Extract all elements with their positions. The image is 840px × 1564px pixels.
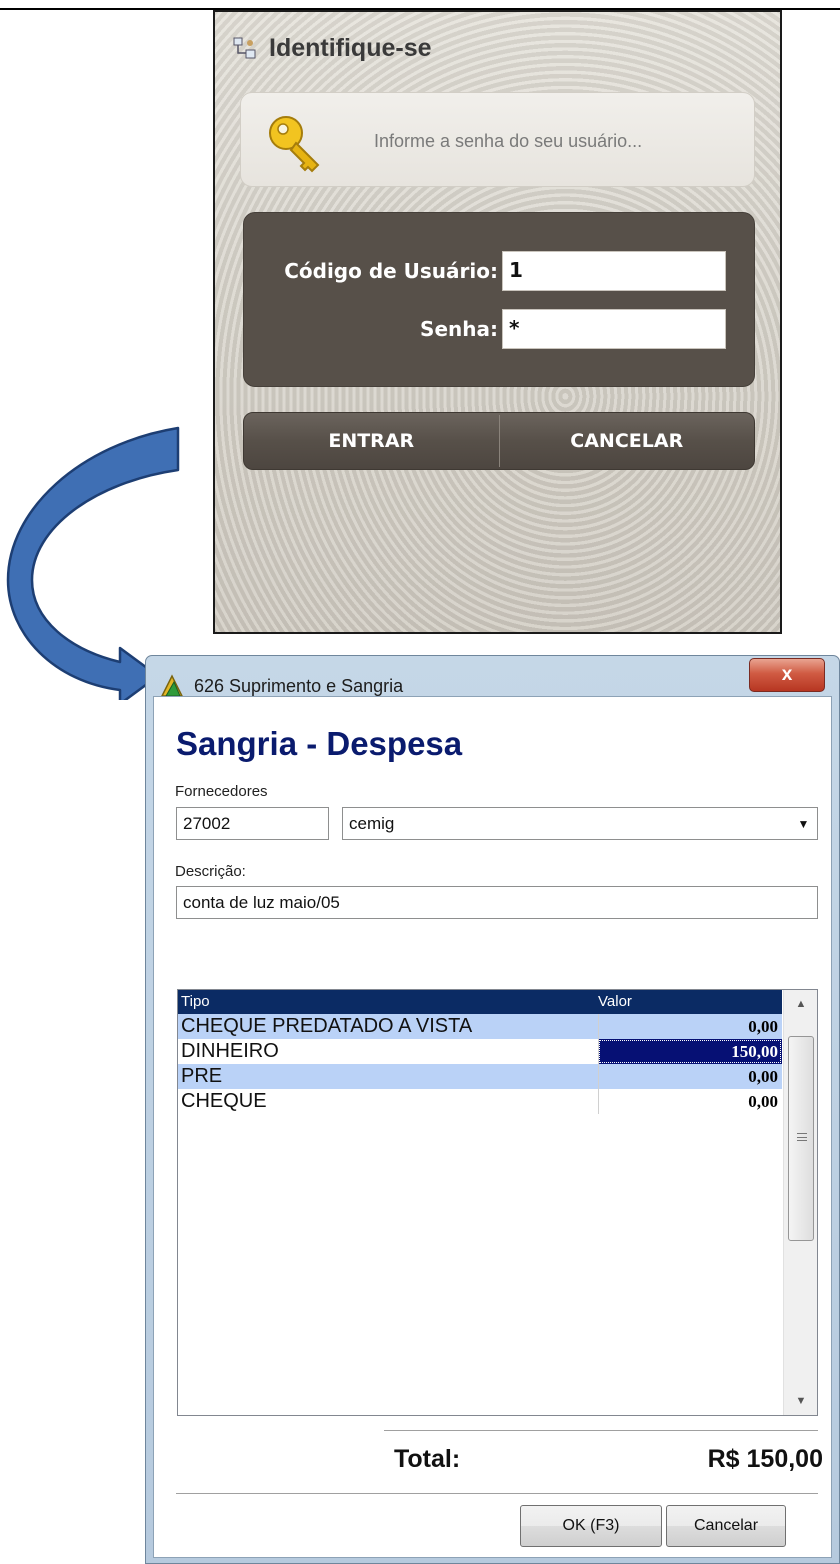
cancel-button[interactable]: Cancelar (666, 1505, 786, 1547)
network-users-icon (233, 37, 256, 58)
credentials-panel: Código de Usuário: 1 Senha: * (243, 212, 755, 387)
hint-box: Informe a senha do seu usuário... (240, 92, 755, 187)
supplier-code-input[interactable]: 27002 (176, 807, 329, 840)
table-row[interactable]: DINHEIRO 150,00 (178, 1039, 782, 1064)
description-input[interactable]: conta de luz maio/05 (176, 886, 818, 919)
divider (176, 1493, 818, 1494)
cell-valor[interactable]: 0,00 (598, 1014, 782, 1039)
cell-tipo: CHEQUE PREDATADO A VISTA (181, 1015, 473, 1037)
window-title: 626 Suprimento e Sangria (194, 675, 404, 696)
user-code-input[interactable]: 1 (502, 251, 726, 291)
cell-valor-selected[interactable]: 150,00 (598, 1039, 782, 1064)
sangria-window: 626 Suprimento e Sangria x Sangria - Des… (145, 655, 840, 1564)
scroll-thumb[interactable] (788, 1036, 814, 1241)
login-title-bar: Identifique-se (233, 34, 432, 63)
cell-tipo: CHEQUE (181, 1090, 267, 1112)
description-label: Descrição: (175, 863, 246, 880)
table-row[interactable]: CHEQUE PREDATADO A VISTA 0,00 (178, 1014, 782, 1039)
password-input[interactable]: * (502, 309, 726, 349)
column-header-tipo[interactable]: Tipo (181, 993, 210, 1010)
close-button[interactable]: x (749, 658, 825, 692)
cell-tipo: DINHEIRO (181, 1040, 279, 1062)
login-button-bar: ENTRAR CANCELAR (243, 412, 755, 470)
key-icon (269, 116, 320, 173)
chevron-down-icon[interactable]: ▼ (791, 809, 816, 838)
vertical-scrollbar[interactable]: ▲ ▼ (783, 990, 817, 1415)
supplier-name-combo[interactable]: cemig ▼ (342, 807, 818, 840)
user-code-label: Código de Usuário: (284, 259, 498, 283)
hint-text: Informe a senha do seu usuário... (374, 131, 643, 151)
total-value: R$ 150,00 (707, 1445, 823, 1473)
column-divider (598, 1014, 599, 1114)
column-header-valor[interactable]: Valor (598, 993, 632, 1010)
payment-grid: Tipo Valor CHEQUE PREDATADO A VISTA 0,00… (177, 989, 818, 1416)
page-heading: Sangria - Despesa (176, 725, 463, 762)
supplier-name-value: cemig (349, 814, 395, 833)
window-client-area: Sangria - Despesa Fornecedores 27002 cem… (153, 696, 832, 1558)
ok-button[interactable]: OK (F3) (520, 1505, 662, 1547)
enter-button[interactable]: ENTRAR (244, 413, 499, 469)
cell-tipo: PRE (181, 1065, 223, 1087)
cell-valor[interactable]: 0,00 (598, 1089, 782, 1114)
table-row[interactable]: CHEQUE 0,00 (178, 1089, 782, 1114)
scroll-down-icon[interactable]: ▼ (784, 1389, 817, 1413)
total-label: Total: (394, 1445, 461, 1473)
password-row: Senha: * (244, 309, 756, 349)
grip-icon (797, 1133, 807, 1141)
grid-header: Tipo Valor (178, 990, 782, 1014)
divider (384, 1430, 818, 1431)
password-label: Senha: (420, 317, 498, 341)
table-row[interactable]: PRE 0,00 (178, 1064, 782, 1089)
scroll-up-icon[interactable]: ▲ (784, 992, 817, 1016)
user-code-row: Código de Usuário: 1 (244, 251, 756, 291)
supplier-label: Fornecedores (175, 783, 268, 800)
cancel-login-button[interactable]: CANCELAR (500, 413, 755, 469)
login-dialog: Identifique-se Informe a senha do seu us… (213, 10, 782, 634)
cell-valor[interactable]: 0,00 (598, 1064, 782, 1089)
login-title: Identifique-se (269, 34, 432, 62)
